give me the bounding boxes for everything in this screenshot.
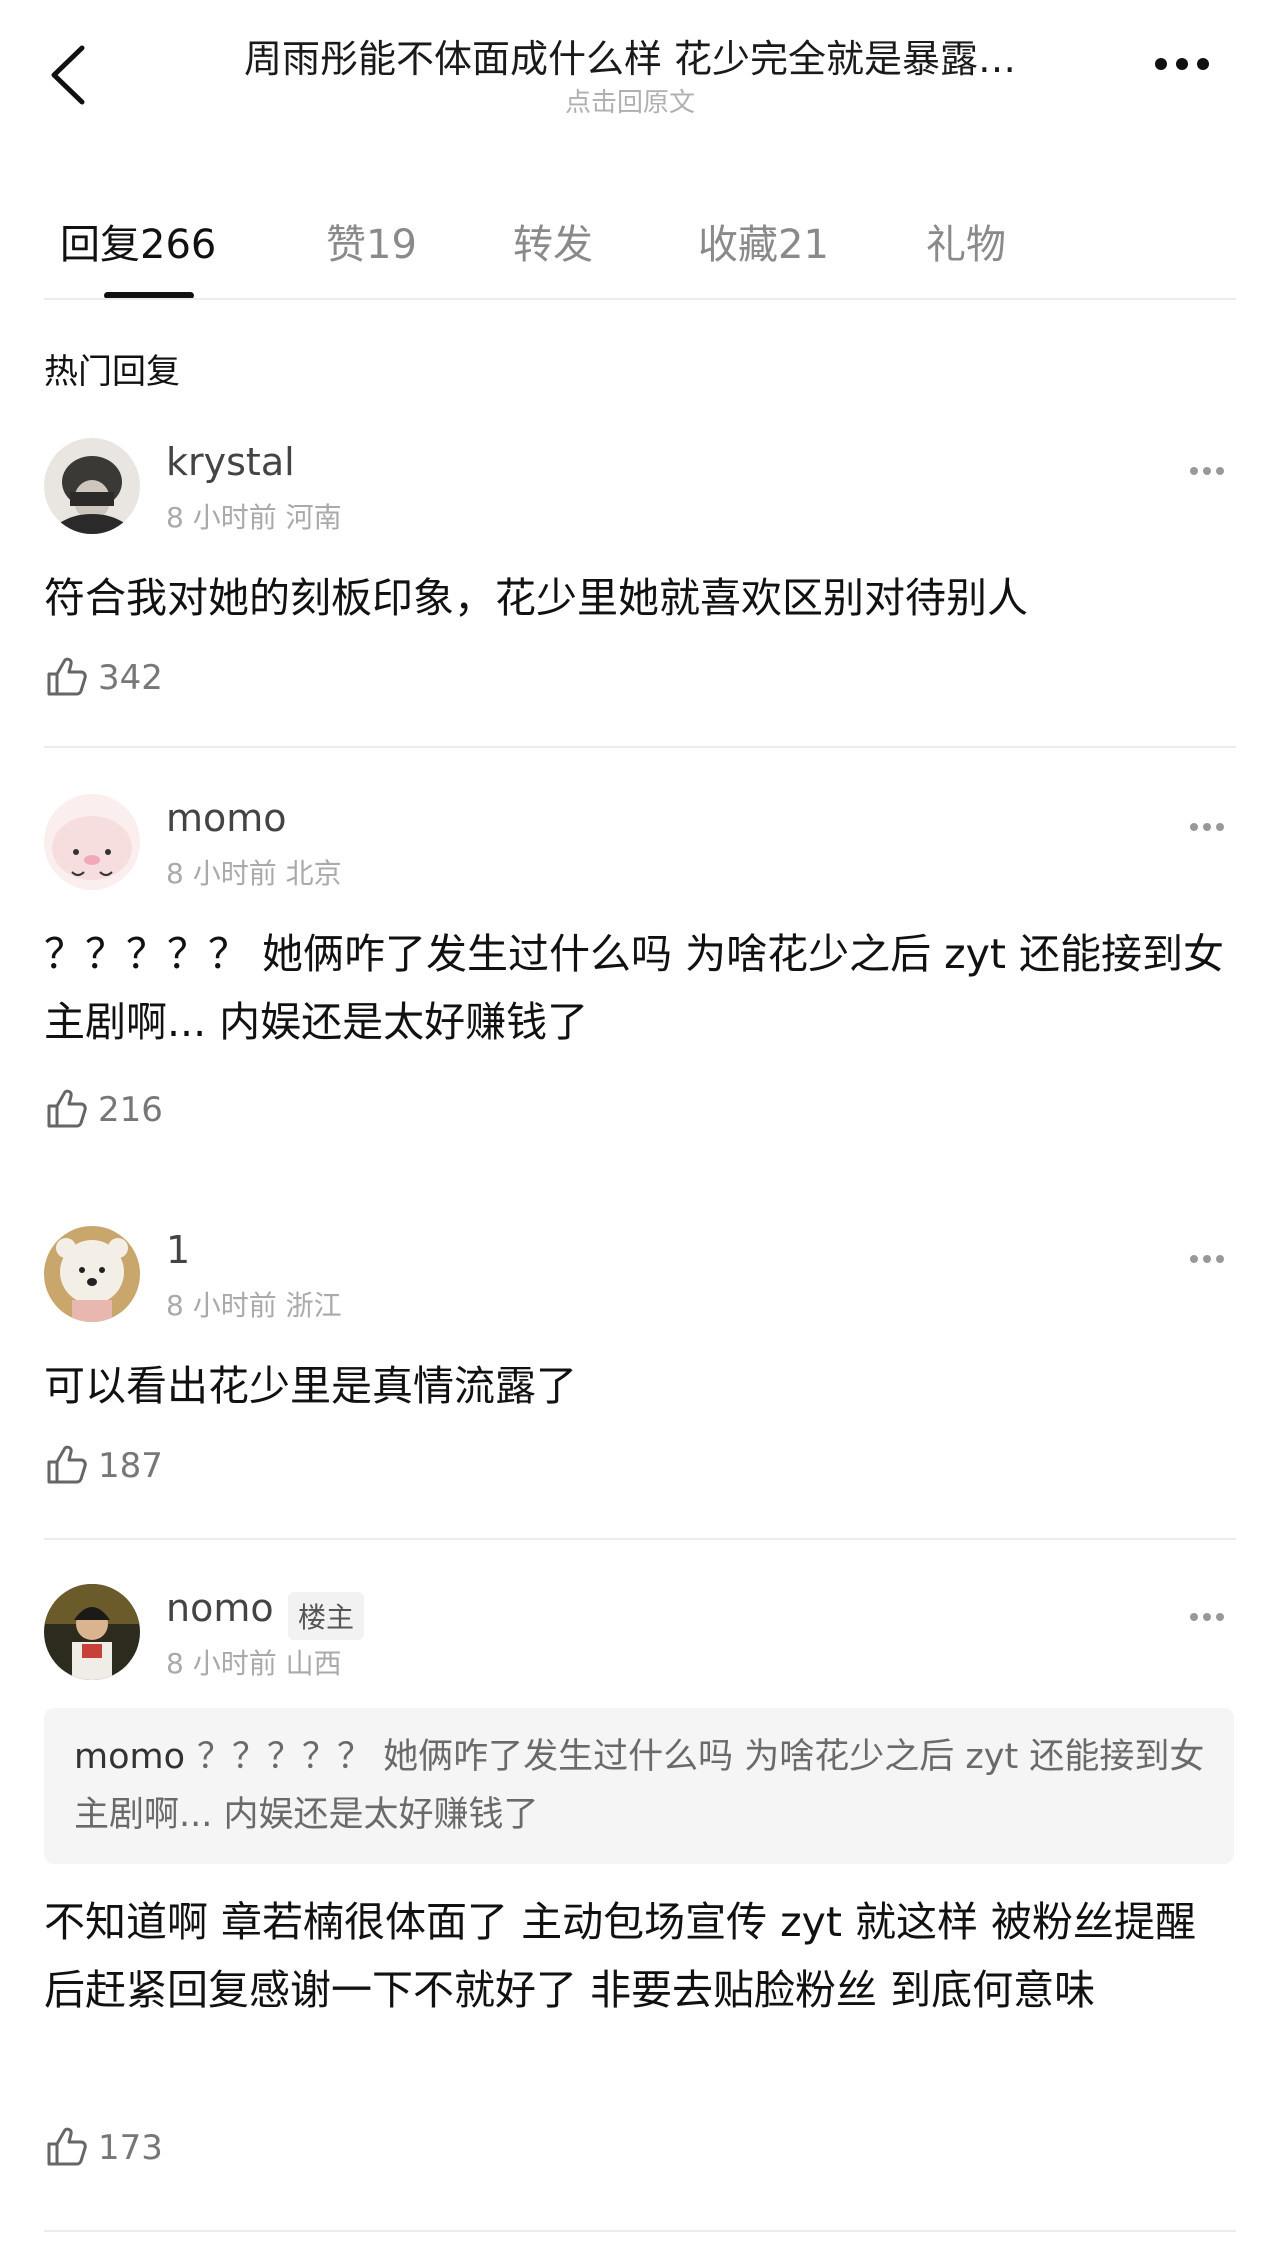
like-count: 187 [98,1446,163,1486]
username[interactable]: 1 [166,1228,190,1272]
comment-divider [44,2230,1236,2232]
chevron-left-icon [51,45,85,105]
comment-more-button[interactable] [1190,460,1234,475]
avatar[interactable] [44,1226,140,1322]
thumbs-up-icon [47,2127,87,2166]
thumbs-up-icon [47,657,87,696]
username[interactable]: krystal [166,440,295,484]
quoted-reply-text: momo？？？？？ 她俩咋了发生过什么吗 为啥花少之后 zyt 还能接到女主剧啊… [74,1728,1214,1844]
comment-meta: 8 小时前 河南 [166,501,342,534]
thumbs-up-icon [47,1089,87,1128]
comment-meta: 8 小时前 北京 [166,857,342,890]
back-button[interactable] [40,40,100,110]
avatar-image-icon [44,438,140,534]
comment-meta: 8 小时前 山西 [166,1647,342,1680]
tab-likes[interactable]: 赞19 [326,212,417,270]
like-count: 173 [98,2128,163,2168]
tab-replies[interactable]: 回复266 [60,212,216,270]
comment-page: 周雨彤能不体面成什么样 花少完全就是暴露… 点击回原文 回复266 赞19 转发… [0,0,1280,2242]
section-title: 热门回复 [44,352,180,392]
comment-more-button[interactable] [1190,1248,1234,1263]
comment-divider [44,1538,1236,1540]
tab-gifts[interactable]: 礼物 [926,212,1006,270]
avatar-image-icon [44,794,140,890]
like-count: 216 [98,1090,163,1130]
author-badge: 楼主 [288,1592,365,1640]
tab-favorites[interactable]: 收藏21 [698,212,829,270]
header-bar: 周雨彤能不体面成什么样 花少完全就是暴露… 点击回原文 [0,0,1280,150]
quoted-username: momo [74,1737,186,1777]
username[interactable]: nomo [166,1586,274,1630]
tabs-divider [44,298,1236,300]
comment-text: 不知道啊 章若楠很体面了 主动包场宣传 zyt 就这样 被粉丝提醒后赶紧回复感谢… [44,1898,1197,2014]
avatar-image-icon [44,1584,140,1680]
like-count: 342 [98,658,163,698]
comment-text: ？？？？？ 她俩咋了发生过什么吗 为啥花少之后 zyt 还能接到女主剧啊... … [44,930,1224,1046]
tab-reposts[interactable]: 转发 [513,212,593,270]
more-dot-icon [1176,58,1188,70]
comment-text: 符合我对她的刻板印象，花少里她就喜欢区别对待别人 [44,574,1028,622]
comment-divider [44,746,1236,748]
comment-more-button[interactable] [1190,1606,1234,1621]
comment-meta: 8 小时前 浙江 [166,1289,342,1322]
more-options-button[interactable] [1155,55,1225,85]
comment-more-button[interactable] [1190,816,1234,831]
quoted-reply[interactable]: momo？？？？？ 她俩咋了发生过什么吗 为啥花少之后 zyt 还能接到女主剧啊… [44,1708,1234,1864]
avatar[interactable] [44,794,140,890]
thumbs-up-icon [47,1445,87,1484]
avatar[interactable] [44,1584,140,1680]
tab-bar: 回复266 赞19 转发 收藏21 礼物 [0,200,1280,300]
more-dot-icon [1197,58,1209,70]
view-original-link[interactable]: 点击回原文 [130,82,1130,119]
avatar[interactable] [44,438,140,534]
more-dot-icon [1155,58,1167,70]
avatar-image-icon [44,1226,140,1322]
comment-text: 可以看出花少里是真情流露了 [44,1362,577,1410]
post-title[interactable]: 周雨彤能不体面成什么样 花少完全就是暴露… [130,28,1130,83]
quoted-content: ？？？？？ 她俩咋了发生过什么吗 为啥花少之后 zyt 还能接到女主剧啊... … [74,1737,1205,1835]
username[interactable]: momo [166,796,287,840]
